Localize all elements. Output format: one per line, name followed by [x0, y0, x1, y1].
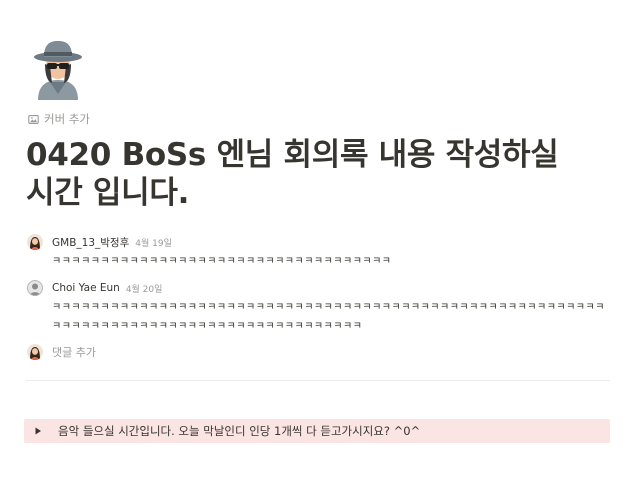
image-icon — [28, 114, 39, 125]
add-comment-placeholder: 댓글 추가 — [52, 346, 96, 359]
comment-item: GMB_13_박정후 4월 19일 ㅋㅋㅋㅋㅋㅋㅋㅋㅋㅋㅋㅋㅋㅋㅋㅋㅋㅋㅋㅋㅋㅋ… — [27, 233, 612, 271]
comment-text[interactable]: ㅋㅋㅋㅋㅋㅋㅋㅋㅋㅋㅋㅋㅋㅋㅋㅋㅋㅋㅋㅋㅋㅋㅋㅋㅋㅋㅋㅋㅋㅋㅋㅋㅋㅋㅋㅋㅋㅋㅋㅋ… — [52, 298, 612, 336]
triangle-right-icon[interactable] — [32, 425, 44, 437]
woman-avatar-icon[interactable] — [27, 234, 43, 250]
comment-item: Choi Yae Eun 4월 20일 ㅋㅋㅋㅋㅋㅋㅋㅋㅋㅋㅋㅋㅋㅋㅋㅋㅋㅋㅋㅋ… — [27, 279, 612, 336]
comment-author: Choi Yae Eun — [52, 282, 120, 294]
toggle-text[interactable]: 음악 들으실 시간입니다. 오늘 막날인디 인당 1개씩 다 듣고가시지요? ^… — [58, 423, 420, 439]
toggle-block[interactable]: 음악 들으실 시간입니다. 오늘 막날인디 인당 1개씩 다 듣고가시지요? ^… — [24, 419, 610, 443]
page-title[interactable]: 0420 BoSs 엔님 회의록 내용 작성하실 시간 입니다. — [26, 136, 616, 212]
comment-text[interactable]: ㅋㅋㅋㅋㅋㅋㅋㅋㅋㅋㅋㅋㅋㅋㅋㅋㅋㅋㅋㅋㅋㅋㅋㅋㅋㅋㅋㅋㅋㅋㅋㅋㅋㅋㅋ — [52, 252, 612, 271]
divider — [26, 380, 610, 381]
user-avatar-icon[interactable] — [27, 280, 43, 296]
comment-author: GMB_13_박정후 — [52, 236, 130, 249]
spy-detective-icon[interactable] — [26, 36, 90, 100]
comment-time[interactable]: 4월 20일 — [126, 282, 163, 295]
add-comment-input[interactable]: 댓글 추가 — [27, 344, 96, 360]
add-cover-button[interactable]: 커버 추가 — [28, 111, 90, 127]
add-cover-label: 커버 추가 — [44, 112, 90, 126]
comment-time[interactable]: 4월 19일 — [135, 236, 172, 249]
woman-avatar-icon — [27, 344, 43, 360]
